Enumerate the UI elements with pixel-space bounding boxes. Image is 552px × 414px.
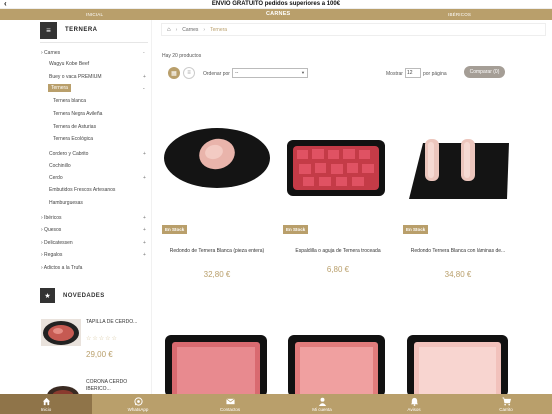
product-image[interactable]	[403, 125, 513, 205]
star-icon: ★	[40, 288, 55, 303]
show-label: Mostrar	[386, 71, 403, 77]
mail-icon	[225, 398, 235, 404]
home-icon	[42, 397, 50, 405]
rating-stars: ☆☆☆☆☆	[86, 336, 118, 342]
promo-bar: ‹ ENVIO GRATUITO pedidos superiores a 10…	[0, 0, 552, 9]
sidebar-item-cerdo[interactable]: Cerdo +	[49, 175, 146, 181]
sidebar-item-regalos[interactable]: › Regalos +	[41, 252, 146, 258]
sidebar-item-trufa[interactable]: › Adictos a la Trufa	[41, 265, 82, 271]
category-nav: INICIAL CARNES IBÉRICOS	[0, 9, 552, 20]
compare-button[interactable]: Comparar (0)	[464, 66, 505, 78]
bottom-tab-bar: Inicio WhatsApp Contactos Mi cuenta Avis…	[0, 394, 552, 414]
collapse-ternera[interactable]: -	[143, 86, 145, 92]
sidebar-item-ternera[interactable]: Ternera	[48, 84, 71, 92]
user-icon	[318, 397, 326, 406]
per-page-label: por página	[423, 71, 447, 77]
per-page-select[interactable]: 12	[405, 68, 421, 78]
product-image[interactable]	[163, 333, 269, 394]
tab-whatsapp[interactable]: WhatsApp	[92, 394, 184, 414]
novedad-name-cont: IBERICO...	[86, 386, 111, 392]
stock-badge: En Stock	[403, 225, 429, 234]
breadcrumb-current: Ternera	[210, 26, 228, 33]
tab-avisos[interactable]: Avisos	[368, 394, 460, 414]
tab-inicio[interactable]: Inicio	[0, 394, 92, 414]
sidebar: ≡ TERNERA › Carnes - Wagyu Kobe Beef Buey…	[0, 20, 152, 394]
sidebar-item-embutidos[interactable]: Embutidos Frescos Artesanos	[49, 187, 115, 193]
grid-view-icon[interactable]: ▦	[168, 67, 180, 79]
product-name[interactable]: Redondo de Ternera Blanca (pieza entera)	[162, 248, 272, 255]
novedad-name[interactable]: CORONA CERDO	[86, 379, 127, 385]
sidebar-item-ternera-asturias[interactable]: Ternera de Asturias	[53, 124, 96, 130]
product-image[interactable]	[405, 333, 510, 394]
tab-contactos[interactable]: Contactos	[184, 394, 276, 414]
product-name[interactable]: Redondo Ternera Blanca con láminas de...	[403, 248, 513, 255]
sidebar-item-cordero[interactable]: Cordero y Cabrito +	[49, 151, 146, 157]
tab-carrito[interactable]: Carrito	[460, 394, 552, 414]
sidebar-item-carnes[interactable]: › Carnes -	[41, 50, 145, 56]
stock-badge: En Stock	[162, 225, 188, 234]
novedad-name[interactable]: TAPILLA DE CERDO...	[86, 319, 137, 325]
stock-badge: En Stock	[283, 225, 309, 234]
sidebar-header: ≡ TERNERA	[40, 21, 98, 39]
product-count: Hay 20 productos	[162, 53, 202, 59]
product-image[interactable]	[162, 110, 272, 190]
breadcrumb-item[interactable]: Carnes	[182, 27, 198, 33]
order-select[interactable]: -- ▼	[232, 68, 308, 78]
breadcrumb: ⌂ › Carnes › Ternera	[161, 23, 546, 36]
breadcrumb-separator: ›	[203, 26, 206, 33]
sidebar-item-wagyu[interactable]: Wagyu Kobe Beef	[49, 61, 89, 67]
menu-icon[interactable]: ≡	[40, 21, 57, 39]
order-label: Ordenar por	[203, 71, 230, 77]
promo-text: ENVIO GRATUITO pedidos superiores a 100€	[211, 1, 341, 7]
sidebar-item-ternera-negra[interactable]: Ternera Negra Avileña	[53, 111, 102, 117]
chevron-down-icon: ▼	[301, 70, 305, 75]
novedades-header: ★ NOVEDADES	[40, 288, 105, 303]
sidebar-item-ternera-ecologica[interactable]: Ternera Ecológica	[53, 136, 93, 142]
product-image[interactable]	[283, 128, 393, 208]
list-view-icon[interactable]: ≡	[183, 67, 195, 79]
sidebar-item-buey[interactable]: Buey o vaca PREMIUM +	[49, 74, 146, 80]
cart-icon	[501, 397, 511, 405]
product-image[interactable]	[286, 333, 387, 394]
product-name[interactable]: Espaldilla o aguja de Ternera troceada	[283, 248, 393, 255]
nav-prev[interactable]: INICIAL	[86, 12, 103, 17]
nav-next[interactable]: IBÉRICOS	[448, 12, 471, 17]
tab-mi-cuenta[interactable]: Mi cuenta	[276, 394, 368, 414]
breadcrumb-separator: ›	[175, 26, 178, 33]
novedad-image[interactable]	[41, 380, 81, 394]
divider	[40, 42, 148, 43]
novedad-price: 29,00 €	[86, 350, 113, 359]
sidebar-item-quesos[interactable]: › Quesos +	[41, 227, 146, 233]
listing-toolbar: ▦ ≡ Ordenar por -- ▼ Mostrar 12 por págin…	[162, 66, 546, 80]
home-icon[interactable]: ⌂	[167, 27, 171, 33]
bell-icon	[410, 397, 418, 406]
chevron-left-icon[interactable]: ‹	[4, 0, 7, 8]
sidebar-item-delicatessen[interactable]: › Delicatessen +	[41, 240, 146, 246]
sidebar-item-ibericos[interactable]: › Ibéricos +	[41, 215, 146, 221]
sidebar-item-ternera-blanca[interactable]: Ternera blanca	[53, 98, 86, 104]
novedad-image[interactable]	[41, 319, 81, 346]
nav-current[interactable]: CARNES	[266, 11, 290, 17]
sidebar-title: TERNERA	[65, 27, 98, 33]
product-price: 6,80 €	[326, 265, 350, 274]
sidebar-item-cochinillo[interactable]: Cochinillo	[49, 163, 71, 169]
product-price: 34,80 €	[444, 270, 472, 279]
product-price: 32,80 €	[203, 270, 231, 279]
novedades-title: NOVEDADES	[63, 292, 105, 299]
whatsapp-icon	[133, 396, 143, 406]
sidebar-item-hamburguesas[interactable]: Hamburguesas	[49, 200, 83, 206]
app-page: ‹ ENVIO GRATUITO pedidos superiores a 10…	[0, 0, 552, 414]
